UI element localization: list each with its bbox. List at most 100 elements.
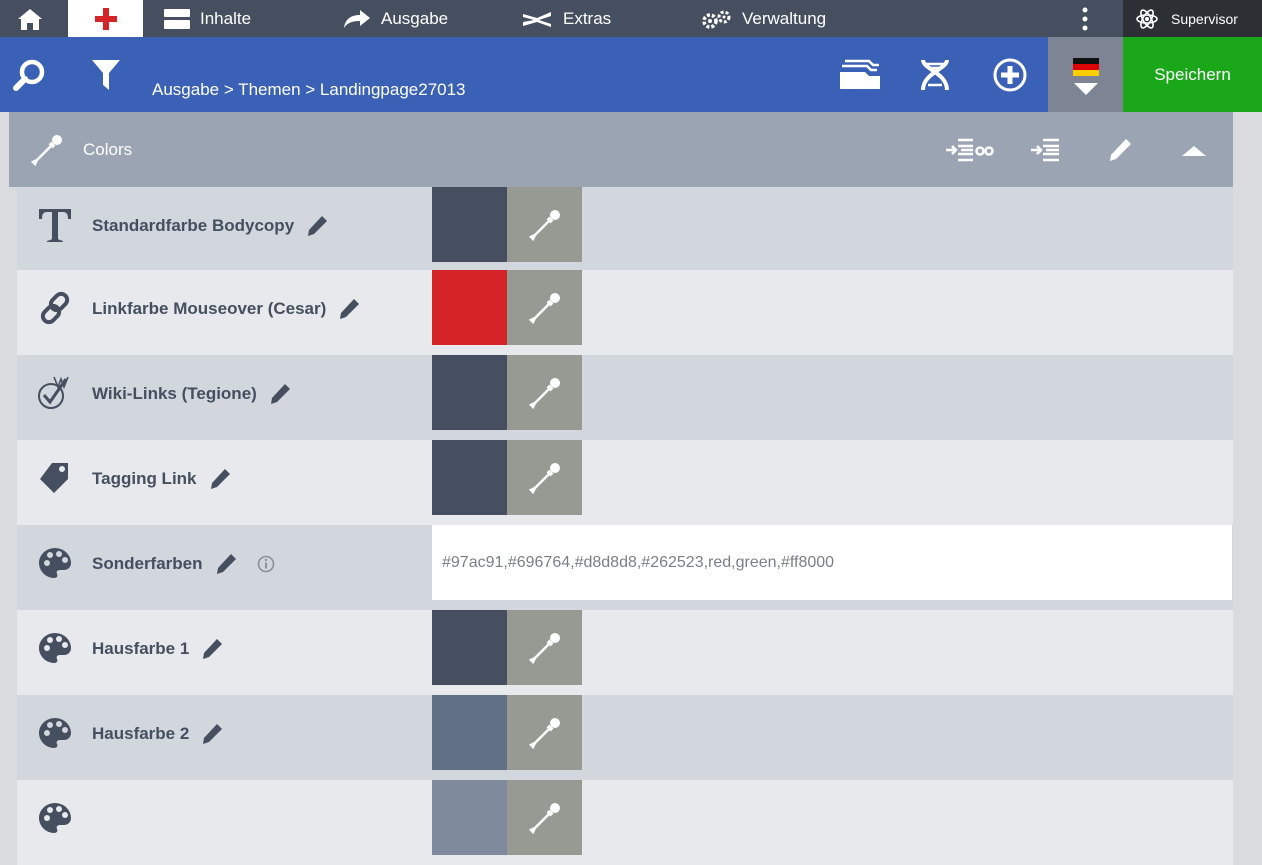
- color-row: Tagging Link: [17, 440, 1233, 525]
- info-icon: [257, 555, 274, 573]
- text-T-icon: [39, 208, 71, 242]
- pencil-icon: [216, 554, 236, 574]
- nav-item-extras[interactable]: Extras: [523, 0, 611, 37]
- gears-icon: [702, 10, 731, 29]
- kebab-menu-icon: [1082, 7, 1088, 30]
- tag-icon: [40, 462, 68, 493]
- nav-item-inhalte[interactable]: Inhalte: [164, 0, 251, 37]
- row-label: Tagging Link: [92, 469, 197, 488]
- edit-label-button[interactable]: [209, 468, 231, 490]
- row-label: Wiki-Links (Tegione): [92, 384, 257, 403]
- home-button[interactable]: [0, 0, 60, 37]
- color-row: [17, 780, 1233, 865]
- color-picker-button[interactable]: [507, 187, 582, 262]
- color-picker-button[interactable]: [507, 610, 582, 685]
- eyedropper-icon: [528, 292, 560, 324]
- row-label: Hausfarbe 2: [92, 724, 190, 743]
- stack-icon: [840, 59, 880, 89]
- pencil-icon: [270, 384, 290, 404]
- breadcrumb: Ausgabe > Themen > Landingpage27013: [152, 80, 466, 99]
- color-row: Standardfarbe Bodycopy: [17, 187, 1233, 272]
- dna-button[interactable]: [916, 37, 954, 112]
- special-colors-input[interactable]: #97ac91,#696764,#d8d8d8,#262523,red,gree…: [432, 525, 1232, 600]
- edit-label-button[interactable]: [215, 553, 237, 575]
- caret-down-icon: [1074, 83, 1098, 95]
- eyedropper-icon: [528, 802, 560, 834]
- row-icon: [35, 355, 75, 430]
- info-button[interactable]: [257, 555, 275, 573]
- plus-circle-icon: [993, 58, 1027, 91]
- row-icon: [35, 695, 75, 770]
- indent-link-icon: [946, 138, 994, 161]
- row-icon: [35, 270, 75, 345]
- color-picker-button[interactable]: [507, 780, 582, 855]
- color-swatch[interactable]: [432, 610, 507, 685]
- palette-icon: [39, 632, 71, 663]
- eyedropper-icon: [528, 632, 560, 664]
- color-row: Hausfarbe 2: [17, 695, 1233, 780]
- color-swatch[interactable]: [432, 355, 507, 430]
- eyedropper-icon: [528, 209, 560, 241]
- color-row: Sonderfarben #97ac91,#696764,#d8d8d8,#26…: [17, 525, 1233, 610]
- more-menu-button[interactable]: [1073, 0, 1097, 37]
- edit-label-button[interactable]: [201, 638, 223, 660]
- german-flag-icon: [1073, 58, 1099, 76]
- color-row: Hausfarbe 1: [17, 610, 1233, 695]
- edit-section-button[interactable]: [1105, 112, 1135, 187]
- indent-link-button[interactable]: [945, 112, 995, 187]
- top-navigation: Inhalte Ausgabe Extras Verwaltung Superv…: [0, 0, 1262, 37]
- user-menu[interactable]: Supervisor: [1123, 0, 1262, 37]
- content-icon: [164, 8, 190, 29]
- eyedropper-icon: [528, 462, 560, 494]
- language-selector[interactable]: [1048, 37, 1123, 112]
- color-swatch[interactable]: [432, 270, 507, 345]
- color-picker-button[interactable]: [507, 355, 582, 430]
- row-label: Sonderfarben: [92, 554, 203, 573]
- nav-item-verwaltung[interactable]: Verwaltung: [702, 0, 826, 37]
- edit-label-button[interactable]: [201, 723, 223, 745]
- section-icon: [29, 112, 65, 187]
- color-swatch[interactable]: [432, 780, 507, 855]
- color-swatch[interactable]: [432, 440, 507, 515]
- color-picker-button[interactable]: [507, 695, 582, 770]
- stack-button[interactable]: [838, 37, 882, 112]
- nav-label: Inhalte: [200, 8, 252, 28]
- eyedropper-icon: [30, 134, 62, 166]
- edit-label-button[interactable]: [269, 383, 291, 405]
- pencil-icon: [210, 469, 230, 489]
- indent-icon: [1031, 138, 1059, 161]
- indent-button[interactable]: [1029, 112, 1061, 187]
- pencil-icon: [340, 299, 360, 319]
- eyedropper-icon: [528, 377, 560, 409]
- pencil-icon: [308, 216, 328, 236]
- edit-label-button[interactable]: [338, 298, 360, 320]
- row-icon: [35, 610, 75, 685]
- search-button[interactable]: [10, 37, 50, 112]
- nav-label: Ausgabe: [381, 8, 449, 28]
- wiki-check-icon: [38, 376, 69, 409]
- home-icon: [18, 8, 42, 30]
- color-picker-button[interactable]: [507, 440, 582, 515]
- color-row: Wiki-Links (Tegione): [17, 355, 1233, 440]
- palette-icon: [39, 717, 71, 748]
- row-icon: [35, 440, 75, 515]
- link-icon: [40, 291, 70, 324]
- pencil-icon: [203, 639, 223, 659]
- row-label: Hausfarbe 1: [92, 639, 190, 658]
- edit-label-button[interactable]: [306, 215, 328, 237]
- color-swatch[interactable]: [432, 695, 507, 770]
- section-title: Colors: [83, 140, 133, 159]
- filter-icon: [92, 59, 120, 90]
- filter-button[interactable]: [88, 37, 124, 112]
- first-aid-button[interactable]: [68, 0, 143, 37]
- color-row: Linkfarbe Mouseover (Cesar): [17, 270, 1233, 355]
- add-button[interactable]: [992, 37, 1028, 112]
- search-icon: [13, 59, 45, 91]
- toolbar: Ausgabe > Themen > Landingpage27013 Spei…: [0, 37, 1262, 112]
- save-button[interactable]: Speichern: [1123, 37, 1262, 112]
- color-swatch[interactable]: [432, 187, 507, 262]
- nav-item-ausgabe[interactable]: Ausgabe: [343, 0, 448, 37]
- atom-icon: [1136, 8, 1158, 29]
- color-picker-button[interactable]: [507, 270, 582, 345]
- collapse-button[interactable]: [1179, 112, 1209, 187]
